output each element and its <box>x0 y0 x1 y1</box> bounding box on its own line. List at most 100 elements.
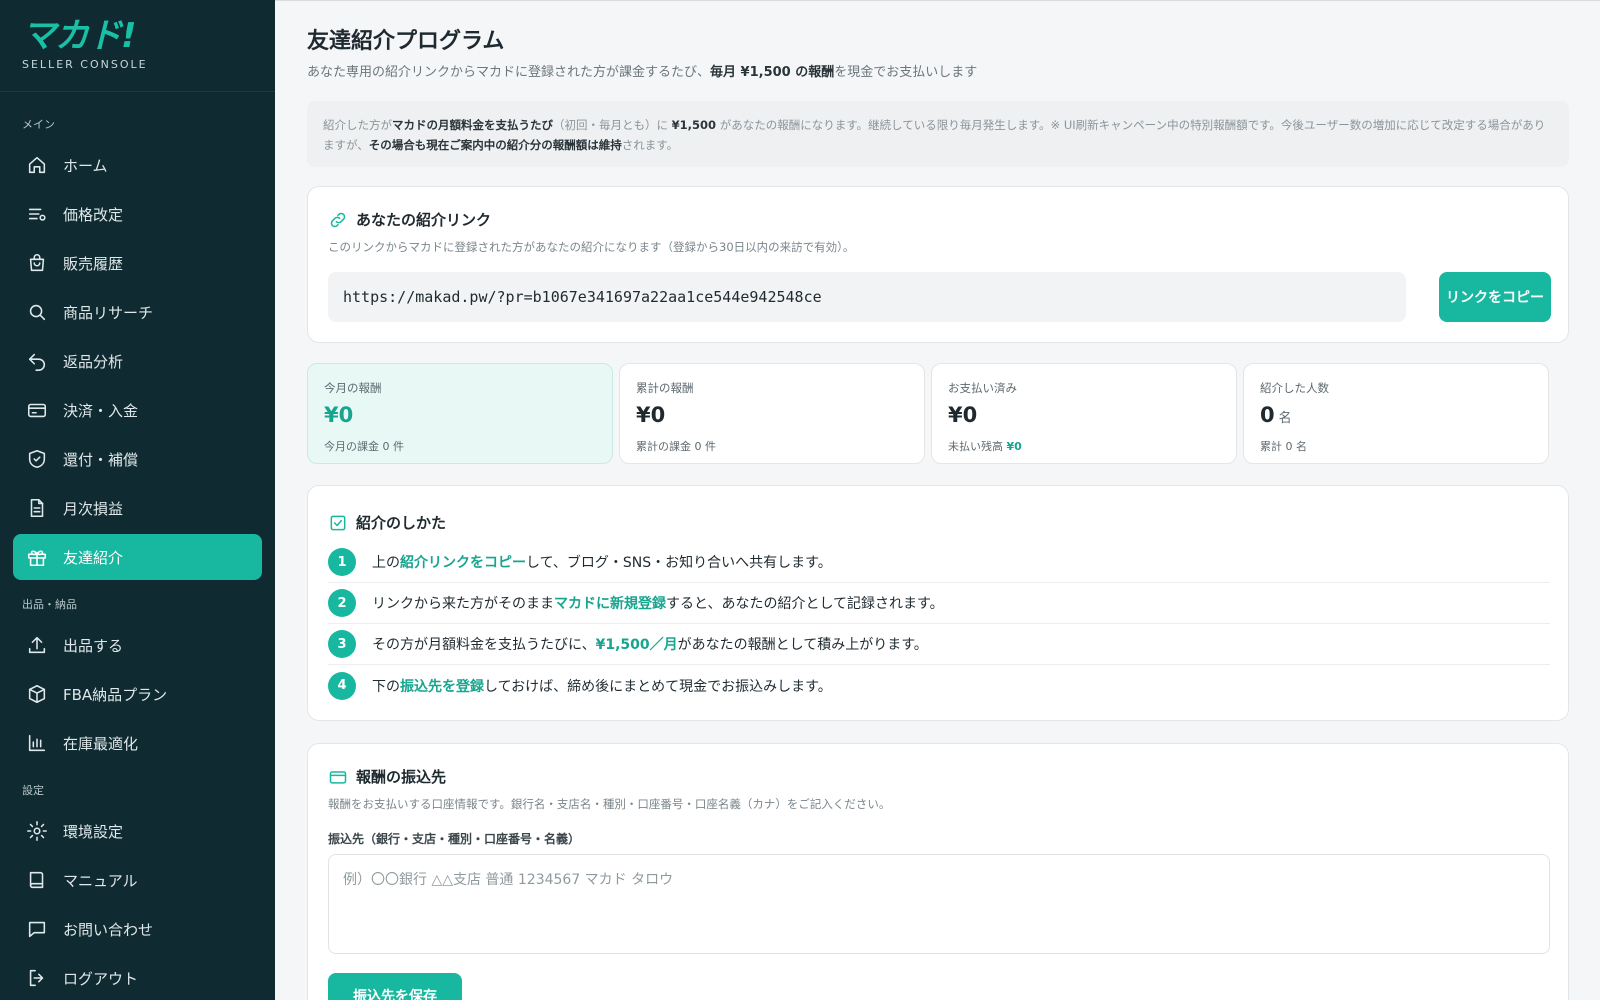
how-to-step: 1 上の紹介リンクをコピーして、ブログ・SNS・お知り合いへ共有します。 <box>328 542 1550 583</box>
how-to-title: 紹介のしかた <box>328 512 446 533</box>
subtitle-text-end: を現金でお支払いします <box>834 65 978 80</box>
notice-text: （初回・毎月とも）に <box>553 118 672 132</box>
stat-unit: 名 <box>1278 411 1292 426</box>
sidebar-item[interactable]: 価格改定 <box>13 191 262 237</box>
sidebar-item-label: 友達紹介 <box>63 548 124 567</box>
stat-label: 紹介した人数 <box>1260 381 1329 395</box>
chat-icon <box>25 917 49 941</box>
step-text-pre: 上の <box>372 555 400 571</box>
stat-note-text: 未払い残高 <box>948 440 1007 453</box>
package-icon <box>25 682 49 706</box>
stat-number: ¥0 <box>948 403 978 427</box>
sidebar-item[interactable]: 販売履歴 <box>13 240 262 286</box>
stat-note: 累計の課金 0 件 <box>636 438 908 454</box>
step-text-post: して、ブログ・SNS・お知り合いへ共有します。 <box>526 555 832 571</box>
sidebar-item[interactable]: ホーム <box>13 142 262 188</box>
brand-subtitle: SELLER CONSOLE <box>22 58 148 71</box>
step-number-badge: 2 <box>328 589 356 617</box>
stat-note-text: 累計の課金 0 件 <box>636 440 716 453</box>
how-to-card: 紹介のしかた 1 上の紹介リンクをコピーして、ブログ・SNS・お知り合いへ共有し… <box>307 485 1569 721</box>
payout-title-text: 報酬の振込先 <box>356 768 447 786</box>
stat-number: 0 <box>1260 403 1275 427</box>
payout-title: 報酬の振込先 <box>328 766 446 787</box>
sidebar-item-label: 在庫最適化 <box>63 734 139 753</box>
step-text: 下の振込先を登録しておけば、締め後にまとめて現金でお振込みします。 <box>372 676 832 696</box>
step-text-pre: リンクから来た方がそのまま <box>372 596 554 612</box>
sidebar-item[interactable]: FBA納品プラン <box>13 671 262 717</box>
stat-value: ¥0 <box>324 402 596 432</box>
notice-bold: マカドの月額料金を支払うたび <box>392 118 553 132</box>
home-icon <box>25 153 49 177</box>
stat-note-text: 今月の課金 0 件 <box>324 440 404 453</box>
sidebar-item[interactable]: 月次損益 <box>13 485 262 531</box>
stat-card: 累計の報酬 ¥0 累計の課金 0 件 <box>619 363 925 464</box>
how-to-step: 4 下の振込先を登録しておけば、締め後にまとめて現金でお振込みします。 <box>328 665 1550 706</box>
gear-icon <box>25 819 49 843</box>
copy-link-button[interactable]: リンクをコピー <box>1439 272 1551 322</box>
credit-card-icon <box>329 770 347 784</box>
sidebar-item[interactable]: 返品分析 <box>13 338 262 384</box>
stat-note-text: 累計 0 名 <box>1260 440 1307 453</box>
notice-bold: ¥1,500 <box>671 118 717 132</box>
sidebar: マカド! SELLER CONSOLE メイン ホーム 価格改定 販売履歴 商品… <box>0 0 275 1000</box>
sidebar-item[interactable]: ログアウト <box>13 955 262 1000</box>
step-text-pre: その方が月額料金を支払うたびに、 <box>372 637 596 653</box>
logo[interactable]: マカド! <box>22 18 275 54</box>
stat-label: 今月の報酬 <box>324 381 382 395</box>
payout-account-textarea[interactable] <box>328 854 1550 954</box>
sidebar-item-label: 販売履歴 <box>63 254 124 273</box>
sidebar-item[interactable]: 在庫最適化 <box>13 720 262 766</box>
step-highlight: ¥1,500／月 <box>595 637 678 653</box>
sidebar-item-label: 価格改定 <box>63 205 124 224</box>
nav-section-label: メイン <box>22 118 55 131</box>
logout-icon <box>25 966 49 990</box>
save-payout-button[interactable]: 振込先を保存 <box>328 973 462 1000</box>
price-list-icon <box>25 202 49 226</box>
sidebar-item[interactable]: 出品する <box>13 622 262 668</box>
main-content: 友達紹介プログラム あなた専用の紹介リンクからマカドに登録された方が課金するたび… <box>275 0 1600 1000</box>
nav-section-label: 出品・納品 <box>22 598 77 611</box>
step-number-badge: 3 <box>328 630 356 658</box>
sidebar-nav: メイン ホーム 価格改定 販売履歴 商品リサーチ 返品分析 決済・入金 還付・補… <box>0 92 275 1000</box>
book-icon <box>25 868 49 892</box>
referral-link-field[interactable]: https://makad.pw/?pr=b1067e341697a22aa1c… <box>328 272 1406 322</box>
sidebar-item-label: ホーム <box>63 156 108 175</box>
sidebar-item[interactable]: 還付・補償 <box>13 436 262 482</box>
document-icon <box>25 496 49 520</box>
payout-account-card: 報酬の振込先 報酬をお支払いする口座情報です。銀行名・支店名・種別・口座番号・口… <box>307 743 1569 1000</box>
notice-bold: その場合も現在ご案内中の紹介分の報酬額は維持 <box>368 138 622 152</box>
sidebar-item-label: お問い合わせ <box>63 920 154 939</box>
notice-text: 紹介した方が <box>323 118 392 132</box>
sidebar-item-label: 返品分析 <box>63 352 124 371</box>
shield-check-icon <box>25 447 49 471</box>
stat-note-highlight: ¥0 <box>1006 440 1022 453</box>
reward-notice: 紹介した方がマカドの月額料金を支払うたび（初回・毎月とも）に ¥1,500 があ… <box>307 101 1569 167</box>
upload-icon <box>25 633 49 657</box>
stat-number: ¥0 <box>324 403 354 427</box>
brand: マカド! SELLER CONSOLE <box>0 0 275 92</box>
sidebar-item[interactable]: 商品リサーチ <box>13 289 262 335</box>
sidebar-item[interactable]: 友達紹介 <box>13 534 262 580</box>
link-icon <box>330 212 346 227</box>
sidebar-item[interactable]: お問い合わせ <box>13 906 262 952</box>
stat-value: 0名 <box>1260 402 1532 432</box>
sidebar-item-label: 出品する <box>63 636 124 655</box>
referral-link-title: あなたの紹介リンク <box>328 209 491 230</box>
sidebar-item[interactable]: 環境設定 <box>13 808 262 854</box>
how-to-steps: 1 上の紹介リンクをコピーして、ブログ・SNS・お知り合いへ共有します。 2 リ… <box>328 542 1550 706</box>
referral-link-title-text: あなたの紹介リンク <box>356 211 492 229</box>
step-text: 上の紹介リンクをコピーして、ブログ・SNS・お知り合いへ共有します。 <box>372 552 832 572</box>
sidebar-item-label: ログアウト <box>63 969 139 988</box>
sidebar-item[interactable]: マニュアル <box>13 857 262 903</box>
how-to-title-text: 紹介のしかた <box>356 514 447 532</box>
gift-icon <box>25 545 49 569</box>
stat-card: お支払い済み ¥0 未払い残高 ¥0 <box>931 363 1237 464</box>
bar-chart-icon <box>25 731 49 755</box>
stat-note: 未払い残高 ¥0 <box>948 438 1220 454</box>
sidebar-item-label: 還付・補償 <box>63 450 139 469</box>
sidebar-item[interactable]: 決済・入金 <box>13 387 262 433</box>
step-highlight: 振込先を登録 <box>400 678 484 695</box>
stat-note: 累計 0 名 <box>1260 438 1532 454</box>
credit-card-icon <box>25 398 49 422</box>
how-to-step: 3 その方が月額料金を支払うたびに、¥1,500／月があなたの報酬として積み上が… <box>328 624 1550 665</box>
